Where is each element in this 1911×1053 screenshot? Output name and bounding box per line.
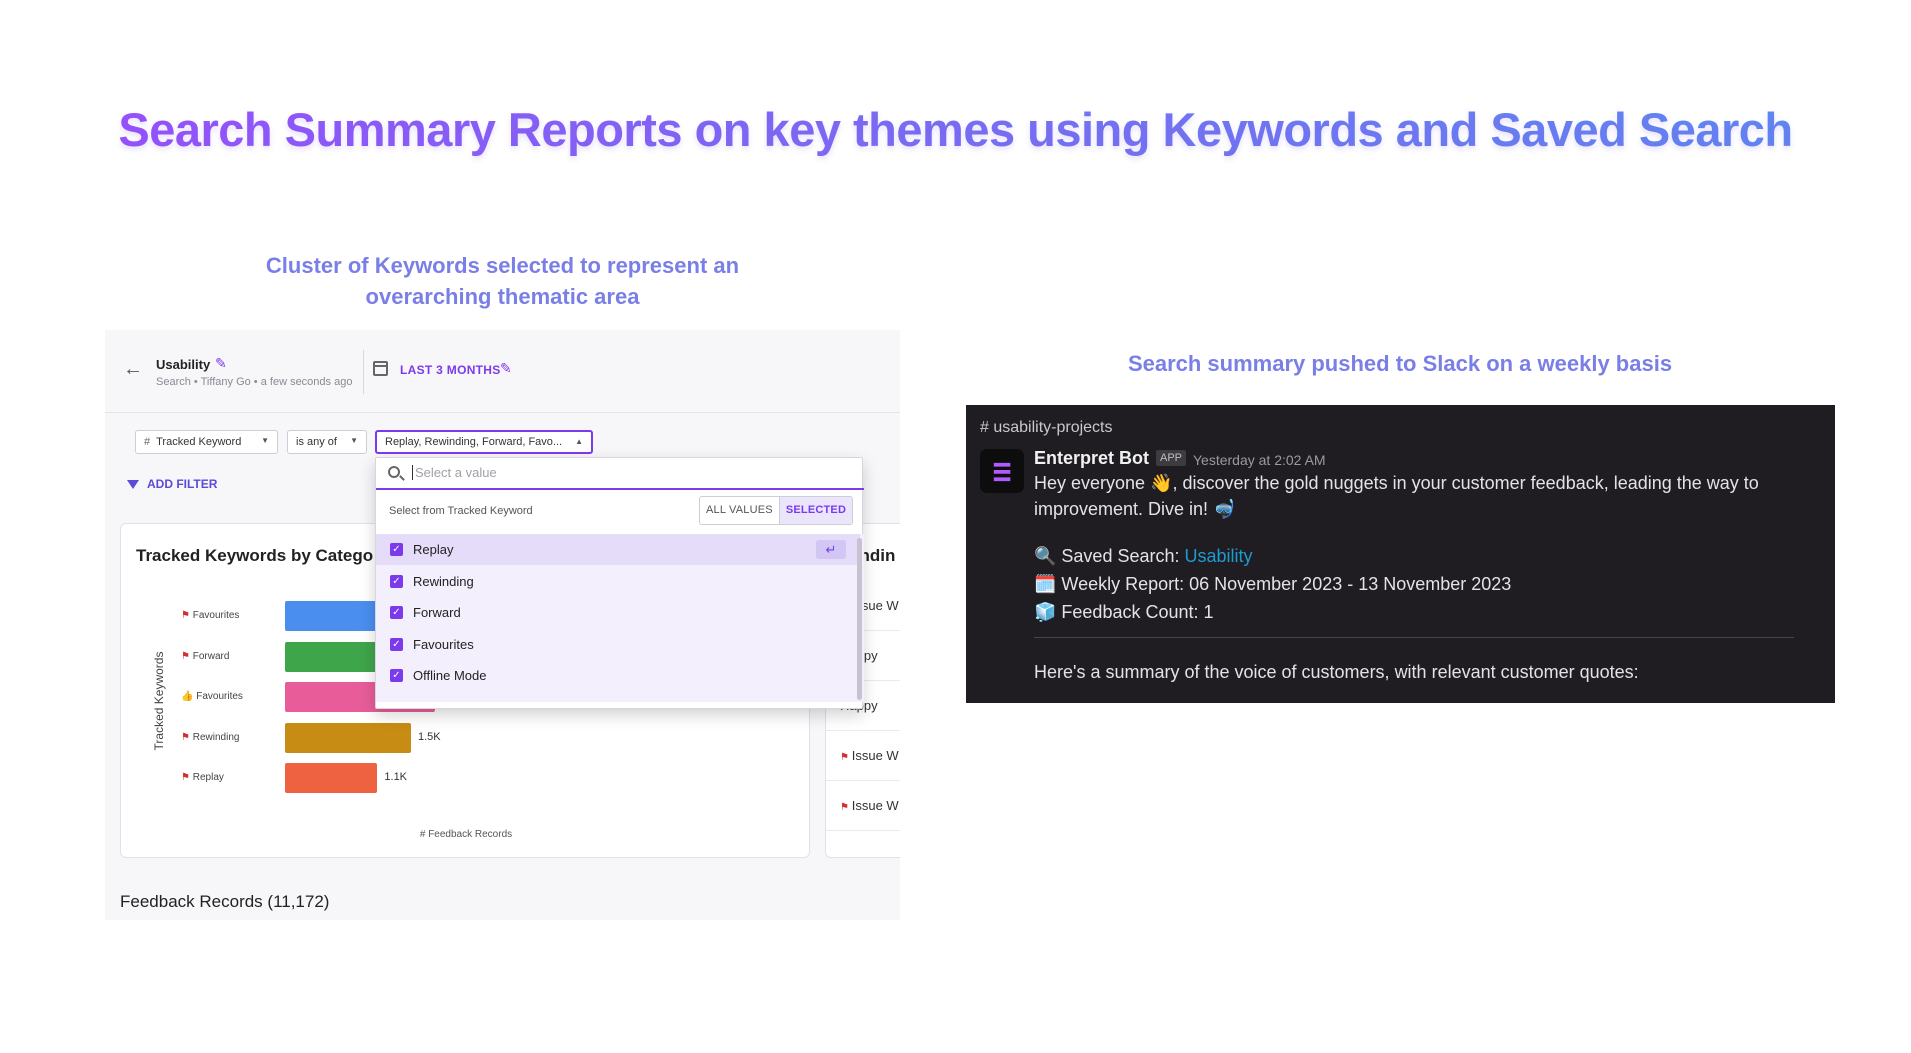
channel-name[interactable]: # usability-projects — [980, 419, 1113, 437]
back-arrow-icon[interactable]: ← — [123, 358, 143, 381]
bot-avatar[interactable]: ≡ — [980, 449, 1024, 493]
dropdown-option[interactable]: ✓ Replay ↵ — [376, 534, 860, 565]
bar[interactable] — [285, 722, 411, 753]
hash-icon: # — [144, 436, 151, 448]
checkbox-checked-icon[interactable]: ✓ — [390, 574, 403, 588]
flag-icon: ⚑ — [181, 650, 193, 662]
enter-key-icon: ↵ — [816, 540, 846, 559]
flag-icon: ⚑ — [181, 731, 193, 743]
filter-values-label: Replay, Rewinding, Forward, Favo... — [385, 436, 563, 448]
bar-label: ⚑ Forward — [181, 650, 230, 662]
add-filter-button[interactable]: ADD FILTER — [127, 477, 217, 491]
records-title: Feedback Records (11,172) — [120, 892, 330, 911]
bar-label: ⚑ Replay — [181, 772, 224, 783]
chevron-down-icon: ▼ — [350, 436, 358, 445]
filter-icon — [127, 480, 139, 490]
thumbs-up-icon: 👍 — [181, 691, 197, 702]
saved-search-link[interactable]: Usability — [1185, 546, 1253, 566]
flag-icon: ⚑ — [840, 802, 852, 813]
selected-toggle[interactable]: SELECTED — [778, 497, 853, 524]
search-icon — [388, 466, 400, 478]
left-caption: Cluster of Keywords selected to represen… — [265, 253, 740, 309]
option-label: Favourites — [413, 636, 474, 652]
feedback-count-line: 🧊 Feedback Count: 1 — [1034, 602, 1214, 622]
values-toggle: ALL VALUES SELECTED — [699, 496, 854, 525]
bar-label: ⚑ Rewinding — [181, 731, 240, 743]
divider — [1034, 637, 1794, 638]
filter-field-label: Tracked Keyword — [156, 436, 242, 448]
chevron-up-icon: ▲ — [575, 437, 583, 446]
bar-value-label: 1.5K — [418, 730, 441, 743]
bar-label: 👍 Favourites — [181, 691, 243, 702]
dropdown-scrollbar[interactable] — [857, 538, 862, 700]
saved-search-prefix: 🔍 Saved Search: — [1034, 546, 1185, 566]
filter-values-select[interactable]: Replay, Rewinding, Forward, Favo... ▲ — [375, 430, 593, 454]
chevron-down-icon: ▼ — [261, 436, 269, 445]
flag-icon: ⚑ — [840, 752, 852, 763]
y-axis-title: Tracked Keywords — [152, 651, 166, 751]
value-search-input[interactable]: Select a value — [412, 465, 497, 480]
checkbox-checked-icon[interactable]: ✓ — [390, 637, 403, 651]
dropdown-search[interactable]: Select a value — [376, 458, 864, 490]
weekly-report-line: 🗓️ Weekly Report: 06 November 2023 - 13 … — [1034, 574, 1512, 594]
search-header: ← Usability ✎ Search • Tiffany Go • a fe… — [105, 330, 900, 413]
filter-operator-label: is any of — [296, 436, 337, 448]
add-filter-label: ADD FILTER — [147, 477, 218, 491]
main-title: Search Summary Reports on key themes usi… — [0, 102, 1911, 157]
checkbox-checked-icon[interactable]: ✓ — [390, 543, 403, 556]
values-dropdown: Select a value Select from Tracked Keywo… — [375, 457, 864, 709]
bar[interactable] — [285, 763, 378, 793]
option-label: Forward — [413, 605, 461, 620]
dropdown-source-label: Select from Tracked Keyword — [389, 505, 533, 517]
chart-title: Tracked Keywords by Catego — [136, 546, 374, 565]
app-screenshot: ← Usability ✎ Search • Tiffany Go • a fe… — [105, 330, 900, 920]
calendar-icon[interactable] — [373, 361, 388, 376]
saved-search-line: 🔍 Saved Search: Usability — [1034, 546, 1253, 567]
summary-line: Here's a summary of the voice of custome… — [1034, 662, 1639, 682]
bar-label: ⚑ Favourites — [181, 610, 240, 621]
trending-row[interactable]: ⚑ Issue W — [826, 781, 900, 831]
trending-row[interactable]: ⚑ Issue W — [826, 731, 900, 781]
slack-message-panel: # usability-projects ≡ Enterpret Bot APP… — [966, 405, 1835, 703]
dropdown-options: ✓ Replay ↵ ✓ Rewinding ✓ Forward ✓ Favourites ✓ Of… — [376, 534, 864, 702]
option-label: Offline Mode — [413, 668, 487, 683]
dropdown-option[interactable]: ✓ Forward — [376, 597, 860, 628]
message-line-2: improvement. Dive in! 🤿 — [1034, 499, 1236, 519]
flag-icon: ⚑ — [181, 772, 193, 783]
filter-operator-select[interactable]: is any of ▼ — [287, 430, 367, 454]
option-label: Replay — [413, 542, 454, 557]
date-range-button[interactable]: LAST 3 MONTHS — [400, 363, 501, 377]
dropdown-option[interactable]: ✓ Favourites — [376, 629, 860, 660]
divider — [363, 350, 364, 394]
message-time[interactable]: Yesterday at 2:02 AM — [1193, 452, 1326, 468]
app-badge: APP — [1156, 450, 1187, 466]
right-caption: Search summary pushed to Slack on a week… — [1127, 351, 1673, 376]
filter-field-select[interactable]: # Tracked Keyword ▼ — [135, 430, 278, 454]
flag-icon: ⚑ — [181, 610, 193, 621]
search-meta: Search • Tiffany Go • a few seconds ago — [156, 376, 353, 388]
x-axis-title: # Feedback Records — [419, 829, 513, 840]
all-values-toggle[interactable]: ALL VALUES — [700, 497, 779, 524]
message-line-1: Hey everyone 👋, discover the gold nugget… — [1034, 473, 1759, 493]
checkbox-checked-icon[interactable]: ✓ — [390, 606, 403, 619]
search-name: Usability — [156, 357, 211, 372]
dropdown-option[interactable]: ✓ Offline Mode — [376, 660, 860, 691]
edit-date-icon[interactable]: ✎ — [500, 360, 512, 377]
edit-name-icon[interactable]: ✎ — [215, 355, 227, 372]
checkbox-checked-icon[interactable]: ✓ — [390, 669, 403, 682]
bot-name[interactable]: Enterpret Bot — [1034, 448, 1149, 469]
bar-value-label: 1.1K — [384, 771, 408, 783]
dropdown-option[interactable]: ✓ Rewinding — [376, 566, 860, 597]
option-label: Rewinding — [413, 573, 474, 589]
